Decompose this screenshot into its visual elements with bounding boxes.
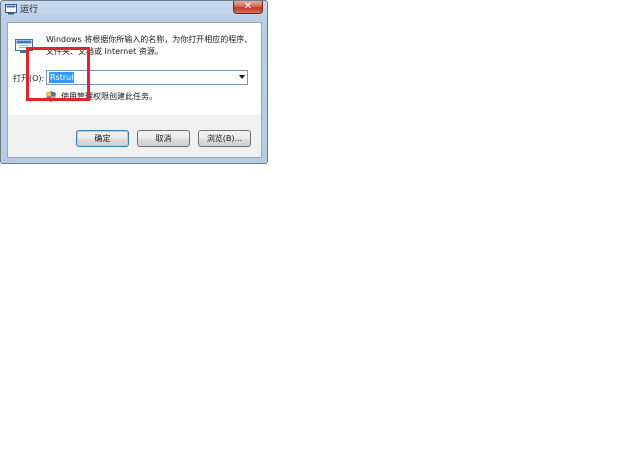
close-button[interactable]: ✕ — [233, 1, 263, 14]
title-bar[interactable]: 运行 ✕ — [1, 1, 267, 19]
run-app-icon — [5, 4, 17, 15]
ok-button[interactable]: 确定 — [76, 130, 129, 147]
desktop-background: 运行 ✕ Windows 将根据你所输入的名称，为你打开相应的程序、文件夹、文档… — [0, 0, 640, 458]
dialog-title: 运行 — [20, 5, 39, 15]
red-highlight-box — [26, 47, 90, 101]
cancel-button[interactable]: 取消 — [137, 130, 190, 147]
chevron-down-icon[interactable] — [239, 75, 245, 79]
close-icon: ✕ — [243, 1, 253, 12]
browse-button[interactable]: 浏览(B)... — [198, 130, 251, 147]
